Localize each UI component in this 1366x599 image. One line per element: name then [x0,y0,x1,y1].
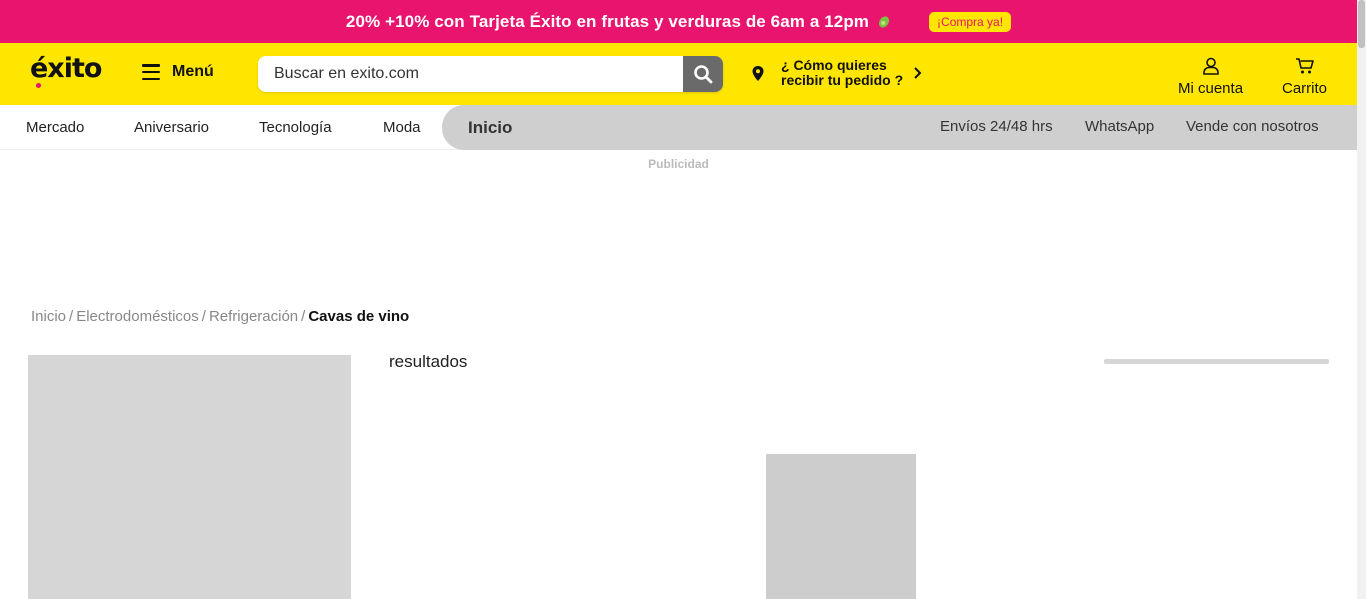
page-scrollbar[interactable] [1357,0,1366,599]
scrollbar-thumb[interactable] [1358,0,1365,48]
promo-text: 20% +10% con Tarjeta Éxito en frutas y v… [345,11,870,31]
ad-label: Publicidad [648,157,709,171]
breadcrumb-item-inicio[interactable]: Inicio [31,308,66,325]
nav-item-moda[interactable]: Moda [383,119,421,136]
nav-item-mercado[interactable]: Mercado [26,119,84,136]
buy-now-button[interactable]: ¡Compra ya! [929,11,1012,32]
cart-label: Carrito [1282,80,1328,97]
menu-button[interactable]: Menú [142,63,214,81]
nav-item-envios[interactable]: Envíos 24/48 hrs [940,118,1053,135]
account-button[interactable]: Mi cuenta [1178,57,1243,97]
nav-item-aniversario[interactable]: Aniversario [134,119,209,136]
nav-active-pill: Inicio Envíos 24/48 hrs WhatsApp Vende c… [442,105,1357,150]
delivery-selector[interactable]: ¿ Cómo quieres recibir tu pedido ? [751,58,922,88]
location-pin-icon [752,65,764,81]
breadcrumb-separator: / [301,308,306,325]
nav-item-whatsapp[interactable]: WhatsApp [1085,118,1154,135]
search-bar [258,56,723,92]
promo-banner: 20% +10% con Tarjeta Éxito en frutas y v… [0,0,1357,43]
breadcrumb-item-refrigeracion[interactable]: Refrigeración [209,308,298,325]
user-icon [1202,57,1219,75]
logo-dot [36,83,41,88]
search-input[interactable] [258,56,683,92]
breadcrumb-separator: / [201,308,206,325]
menu-label: Menú [172,63,214,80]
cart-icon [1296,58,1314,74]
results-count: resultados [389,352,468,371]
breadcrumb-separator: / [69,308,74,325]
search-icon [694,65,713,84]
hamburger-icon [142,64,160,80]
nav-item-vende[interactable]: Vende con nosotros [1186,118,1319,135]
category-nav: Mercado Aniversario Tecnología Moda Inic… [0,105,1357,150]
filters-skeleton [28,355,351,599]
product-card-skeleton [766,454,916,599]
breadcrumb-current: Cavas de vino [308,308,410,325]
main-header: éxito Menú ¿ Cómo quieres recibir tu ped… [0,43,1357,105]
delivery-line2: recibir tu pedido ? [781,72,904,88]
account-label: Mi cuenta [1178,80,1244,97]
cart-button[interactable]: Carrito [1282,57,1327,97]
breadcrumb: Inicio / Electrodomésticos / Refrigeraci… [31,308,409,325]
search-button[interactable] [683,56,723,92]
exito-logo[interactable]: éxito [30,53,102,84]
delivery-text: ¿ Cómo quieres recibir tu pedido ? [781,58,903,88]
avocado-icon [878,15,890,28]
sort-skeleton [1104,359,1329,364]
nav-item-inicio[interactable]: Inicio [468,118,512,138]
breadcrumb-item-electrodomesticos[interactable]: Electrodomésticos [76,308,199,325]
nav-item-tecnologia[interactable]: Tecnología [259,119,332,136]
delivery-line1: ¿ Cómo quieres [781,57,887,73]
chevron-right-icon [914,67,922,79]
